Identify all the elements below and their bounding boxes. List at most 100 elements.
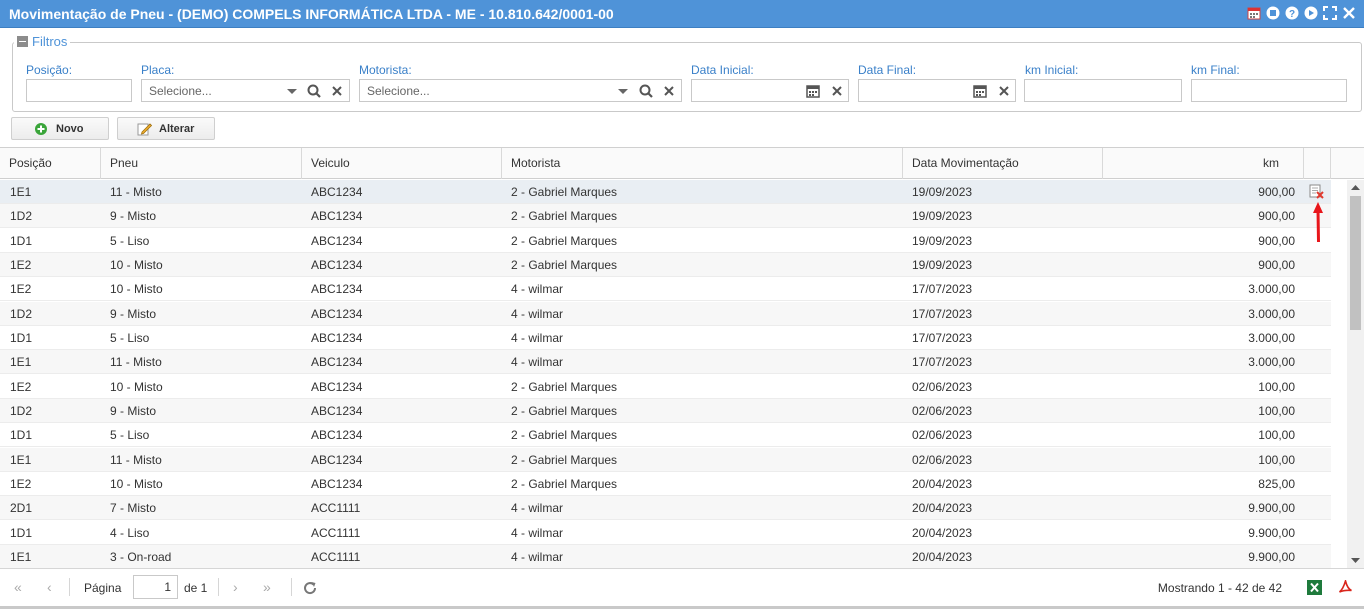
stop-icon[interactable]: [1266, 6, 1280, 20]
dropdown-icon[interactable]: [284, 83, 300, 99]
novo-label: Novo: [56, 122, 84, 135]
cell-km: 825,00: [1258, 476, 1295, 491]
fullscreen-icon[interactable]: [1323, 6, 1337, 20]
column-header-data[interactable]: Data Movimentação: [903, 148, 1103, 179]
column-header-actions: [1304, 148, 1331, 179]
alterar-label: Alterar: [159, 122, 195, 135]
table-row[interactable]: 1E2 10 - Misto ABC1234 2 - Gabriel Marques 0…: [0, 375, 1331, 399]
cell-veiculo: ABC1234: [311, 476, 363, 491]
cell-posicao: 1D1: [10, 525, 33, 540]
pager-separator: [69, 578, 70, 596]
cell-pneu: 10 - Misto: [110, 379, 163, 394]
excel-icon[interactable]: [1307, 580, 1322, 595]
calendar-icon[interactable]: [805, 83, 821, 99]
table-row[interactable]: 1D1 5 - Liso ABC1234 2 - Gabriel Marques 02/…: [0, 423, 1331, 448]
posicao-input[interactable]: [26, 79, 132, 102]
column-header-motorista[interactable]: Motorista: [502, 148, 903, 179]
cell-data: 17/07/2023: [912, 355, 973, 370]
table-row[interactable]: 1D1 5 - Liso ABC1234 2 - Gabriel Marques 19/…: [0, 229, 1331, 253]
collapse-icon[interactable]: [17, 36, 28, 47]
cell-motorista: 4 - wilmar: [511, 355, 564, 370]
pager-separator: [218, 578, 219, 596]
cell-data: 02/06/2023: [912, 452, 973, 467]
cell-km: 3.000,00: [1248, 306, 1295, 321]
table-row[interactable]: 1D2 9 - Misto ABC1234 2 - Gabriel Marques 02…: [0, 398, 1331, 423]
first-page-icon[interactable]: «: [14, 579, 22, 595]
dropdown-icon[interactable]: [615, 83, 631, 99]
cell-pneu: 5 - Liso: [110, 233, 150, 248]
table-row[interactable]: 1E2 10 - Misto ABC1234 4 - wilmar 17/07/2023…: [0, 277, 1331, 302]
calendar-icon[interactable]: [972, 83, 988, 99]
cell-posicao: 1D2: [10, 209, 33, 224]
search-icon[interactable]: [638, 83, 654, 99]
table-row[interactable]: 1E1 3 - On-road ACC1111 4 - wilmar 20/04/202…: [0, 544, 1331, 569]
km-inicial-input[interactable]: [1024, 79, 1182, 102]
km-final-input[interactable]: [1191, 79, 1347, 102]
window-titlebar: Movimentação de Pneu - (DEMO) COMPELS IN…: [0, 0, 1364, 28]
table-row[interactable]: 2D1 7 - Misto ACC1111 4 - wilmar 20/04/2023 9…: [0, 496, 1331, 521]
column-header-posicao[interactable]: Posição: [0, 148, 101, 179]
table-row[interactable]: 1E2 10 - Misto ABC1234 2 - Gabriel Marques 1…: [0, 252, 1331, 277]
prev-page-icon[interactable]: ‹: [47, 579, 52, 595]
data-final-input[interactable]: [858, 79, 1016, 102]
cell-veiculo: ACC1111: [311, 549, 361, 564]
data-inicial-input[interactable]: [691, 79, 849, 102]
search-icon[interactable]: [306, 83, 322, 99]
column-header-pneu[interactable]: Pneu: [101, 148, 302, 179]
column-header-veiculo[interactable]: Veiculo: [302, 148, 502, 179]
pdf-icon[interactable]: [1338, 580, 1353, 595]
table-row[interactable]: 1E2 10 - Misto ABC1234 2 - Gabriel Marques 2…: [0, 472, 1331, 496]
table-row[interactable]: 1D1 5 - Liso ABC1234 4 - wilmar 17/07/2023 3.…: [0, 326, 1331, 350]
clear-icon[interactable]: [996, 83, 1012, 99]
cell-km: 3.000,00: [1248, 282, 1295, 297]
cell-data: 17/07/2023: [912, 282, 973, 297]
placa-combo[interactable]: Selecione...: [141, 79, 350, 102]
cell-data: 20/04/2023: [912, 549, 973, 564]
table-row[interactable]: 1D1 4 - Liso ACC1111 4 - wilmar 20/04/2023 9.…: [0, 521, 1331, 545]
scrollbar-thumb[interactable]: [1350, 196, 1361, 330]
filters-legend[interactable]: Filtros: [14, 34, 71, 49]
clear-icon[interactable]: [661, 83, 677, 99]
alterar-button[interactable]: Alterar: [117, 117, 215, 140]
cell-km: 100,00: [1258, 403, 1295, 418]
grid-pager: « ‹ Página 1 de 1 › » Mostrando 1 - 42 d…: [0, 568, 1364, 606]
column-header-km[interactable]: km: [1103, 148, 1304, 179]
cell-motorista: 2 - Gabriel Marques: [511, 185, 618, 199]
cell-posicao: 1E2: [10, 282, 32, 297]
page-count-label: de 1: [184, 581, 208, 595]
refresh-icon[interactable]: [302, 580, 318, 596]
cell-veiculo: ABC1234: [311, 257, 363, 272]
help-icon[interactable]: ?: [1285, 6, 1299, 20]
play-icon[interactable]: [1304, 6, 1318, 20]
edit-icon: [137, 123, 152, 136]
cell-km: 100,00: [1258, 428, 1295, 443]
page-input[interactable]: 1: [133, 575, 178, 599]
cell-pneu: 7 - Misto: [110, 501, 157, 516]
table-row[interactable]: 1D2 9 - Misto ABC1234 2 - Gabriel Marques 19…: [0, 204, 1331, 229]
delete-icon[interactable]: [1309, 184, 1324, 199]
motorista-combo[interactable]: Selecione...: [359, 79, 682, 102]
scroll-up-icon[interactable]: [1351, 184, 1360, 191]
grid-scrollbar[interactable]: [1347, 180, 1364, 569]
table-row[interactable]: 1D2 9 - Misto ABC1234 4 - wilmar 17/07/2023 3…: [0, 301, 1331, 326]
table-row[interactable]: 1E1 11 - Misto ABC1234 4 - wilmar 17/07/2023…: [0, 350, 1331, 375]
clear-icon[interactable]: [329, 83, 345, 99]
next-page-icon[interactable]: ›: [233, 579, 238, 595]
close-icon[interactable]: [1342, 6, 1356, 20]
cell-km: 100,00: [1258, 452, 1295, 467]
table-row[interactable]: 1E1 11 - Misto ABC1234 2 - Gabriel Marques 1…: [0, 180, 1331, 204]
table-row[interactable]: 1E1 11 - Misto ABC1234 2 - Gabriel Marques 0…: [0, 447, 1331, 472]
km-inicial-label: km Inicial:: [1025, 63, 1079, 77]
novo-button[interactable]: Novo: [11, 117, 109, 140]
scroll-down-icon[interactable]: [1351, 557, 1360, 564]
cell-data: 17/07/2023: [912, 306, 973, 321]
cell-data: 19/09/2023: [912, 233, 973, 248]
cell-pneu: 10 - Misto: [110, 282, 163, 297]
calendar-icon[interactable]: [1247, 6, 1261, 20]
cell-motorista: 4 - wilmar: [511, 525, 564, 540]
clear-icon[interactable]: [829, 83, 845, 99]
cell-km: 3.000,00: [1248, 330, 1295, 345]
cell-pneu: 9 - Misto: [110, 403, 157, 418]
last-page-icon[interactable]: »: [263, 579, 271, 595]
window-tools: ?: [1247, 6, 1356, 20]
